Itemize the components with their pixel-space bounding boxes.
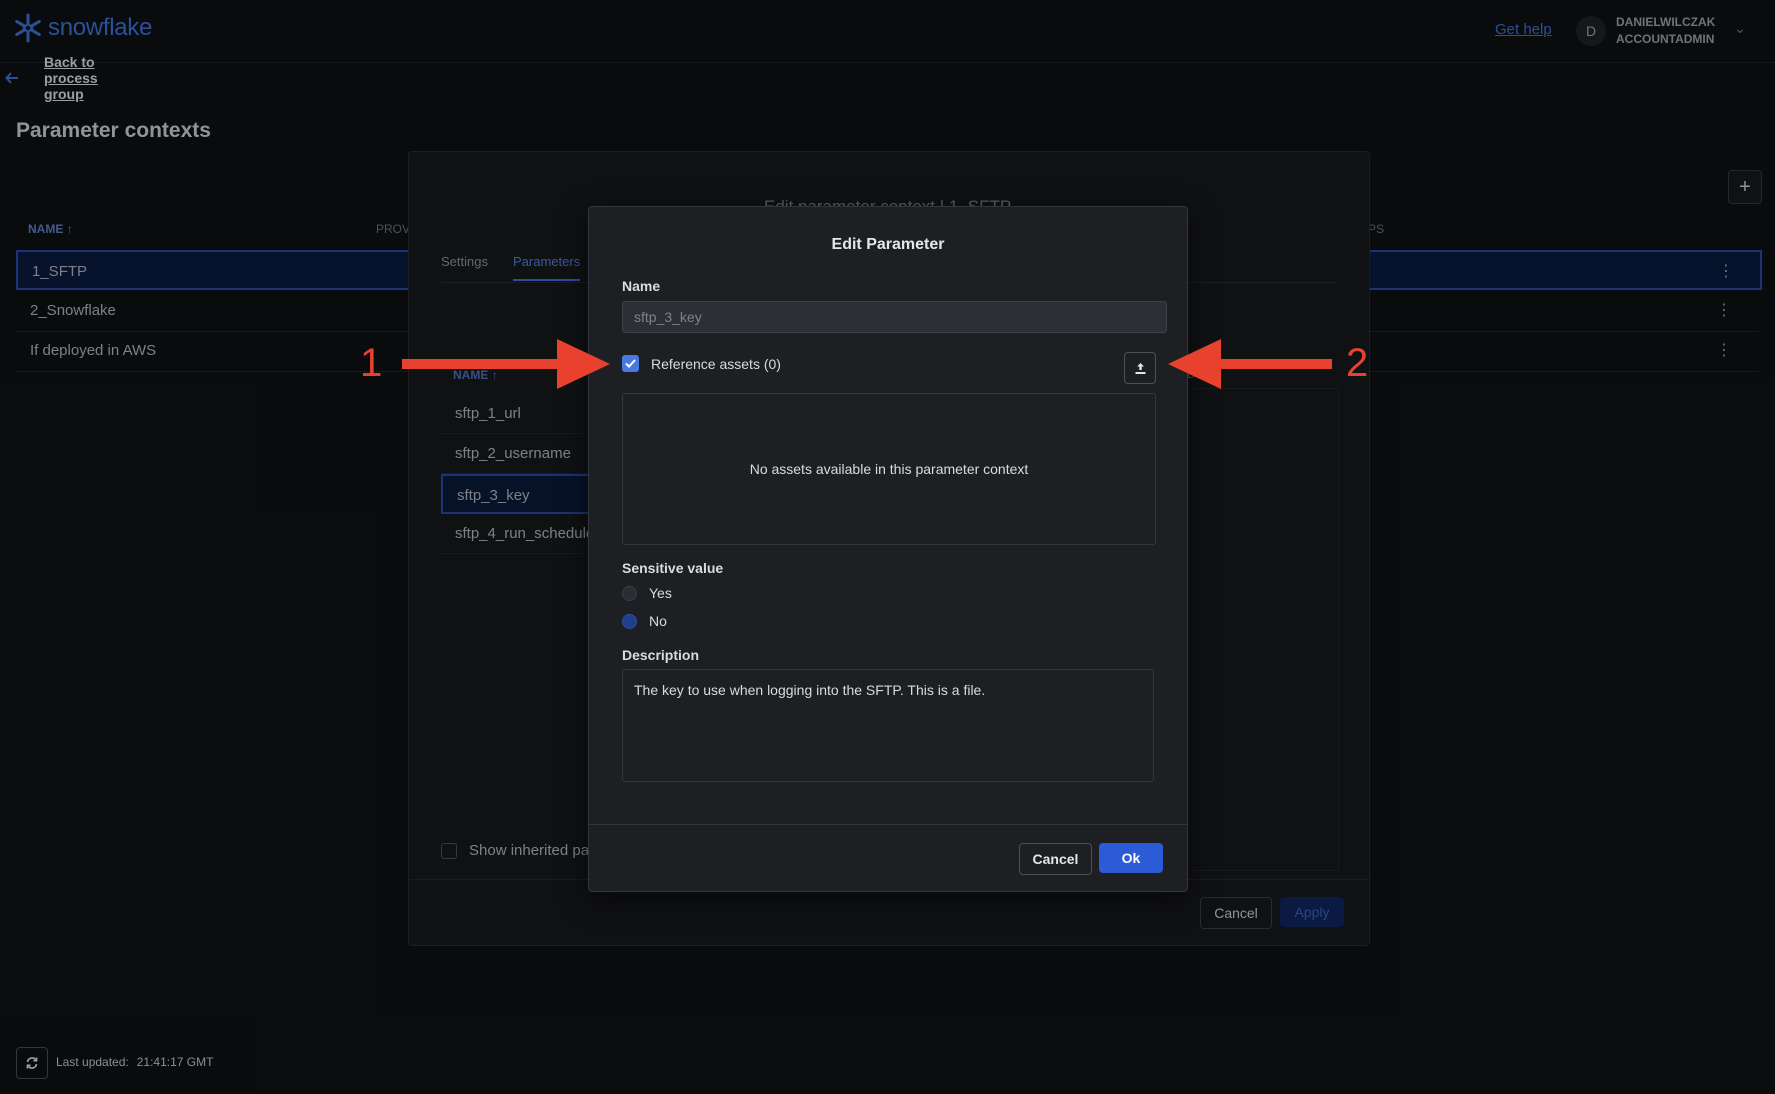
annotation-number-2: 2 bbox=[1346, 341, 1369, 385]
name-input[interactable] bbox=[622, 301, 1167, 333]
radio-unselected[interactable] bbox=[622, 585, 637, 601]
yes-label: Yes bbox=[649, 585, 672, 601]
reference-assets-label: Reference assets (0) bbox=[651, 355, 781, 372]
checkbox-checked[interactable] bbox=[622, 355, 639, 372]
last-updated-label: Last updated: bbox=[56, 1055, 129, 1069]
dialog-title: Edit Parameter bbox=[831, 236, 945, 253]
ok-button[interactable]: Ok bbox=[1099, 843, 1163, 873]
description-textarea[interactable]: The key to use when logging into the SFT… bbox=[622, 669, 1154, 782]
annotation-arrow-left bbox=[1168, 339, 1332, 389]
radio-selected[interactable] bbox=[622, 613, 637, 629]
refresh-button[interactable] bbox=[16, 1047, 48, 1079]
edit-parameter-dialog: Edit Parameter Name Reference assets (0)… bbox=[588, 206, 1188, 892]
upload-icon bbox=[1135, 362, 1145, 374]
no-label: No bbox=[649, 613, 667, 629]
name-label: Name bbox=[622, 278, 661, 294]
reference-assets-checkbox[interactable]: Reference assets (0) bbox=[622, 355, 781, 372]
refresh-icon bbox=[26, 1057, 38, 1069]
last-updated: Last updated: 21:41:17 GMT bbox=[56, 1055, 213, 1069]
annotation-arrow-right bbox=[402, 339, 610, 389]
last-updated-value: 21:41:17 GMT bbox=[136, 1055, 214, 1069]
assets-list: No assets available in this parameter co… bbox=[622, 393, 1156, 545]
sensitive-value-label: Sensitive value bbox=[622, 560, 724, 576]
sensitive-yes-radio[interactable]: Yes bbox=[622, 585, 672, 601]
upload-asset-button[interactable] bbox=[1124, 352, 1156, 384]
divider bbox=[589, 824, 1187, 825]
assets-empty-message: No assets available in this parameter co… bbox=[749, 461, 1029, 477]
description-label: Description bbox=[622, 647, 700, 663]
annotation-number-1: 1 bbox=[360, 341, 383, 385]
sensitive-no-radio[interactable]: No bbox=[622, 613, 667, 629]
cancel-button[interactable]: Cancel bbox=[1019, 843, 1092, 875]
checkmark-icon bbox=[625, 359, 636, 368]
